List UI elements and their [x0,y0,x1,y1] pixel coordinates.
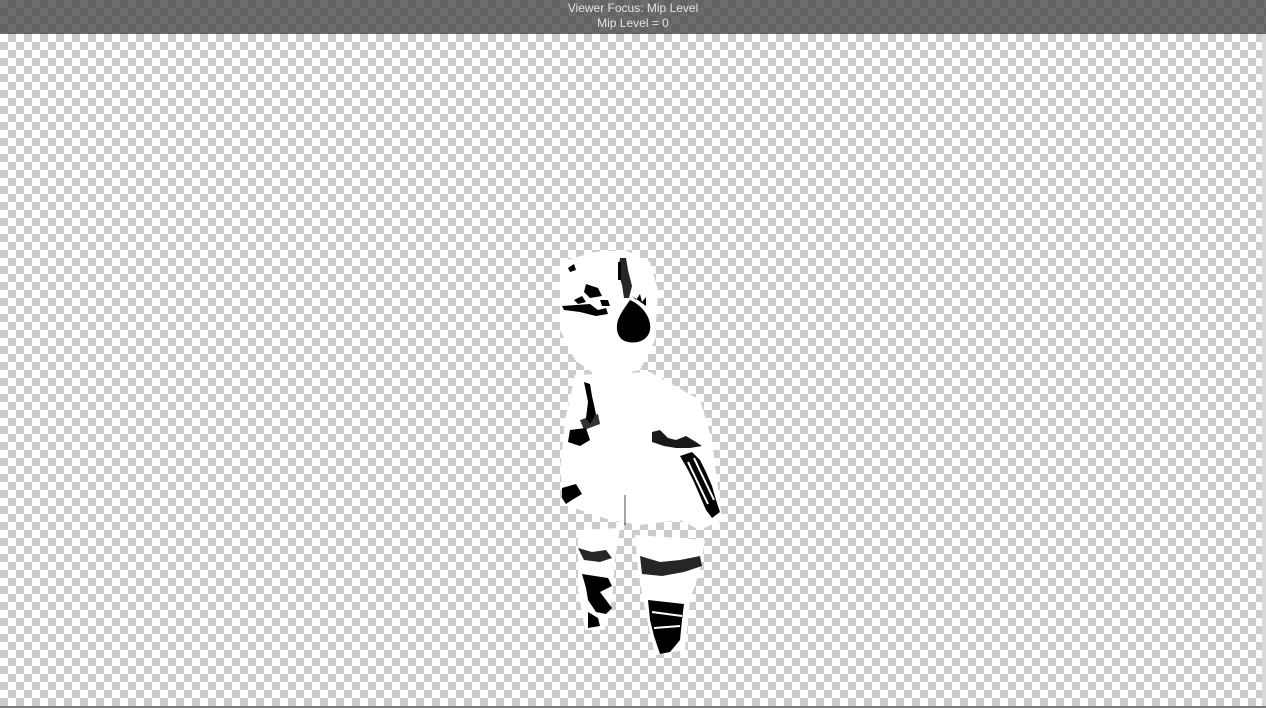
viewer-header: Viewer Focus: Mip Level Mip Level = 0 [0,0,1266,34]
mip-level-label: Mip Level = 0 [597,16,669,30]
viewer-focus-label: Viewer Focus: Mip Level [567,1,699,15]
texture-viewer[interactable]: Viewer Focus: Mip Level Mip Level = 0 [0,0,1266,708]
viewer-info: Viewer Focus: Mip Level Mip Level = 0 [0,1,1266,31]
texture-image [560,250,722,655]
